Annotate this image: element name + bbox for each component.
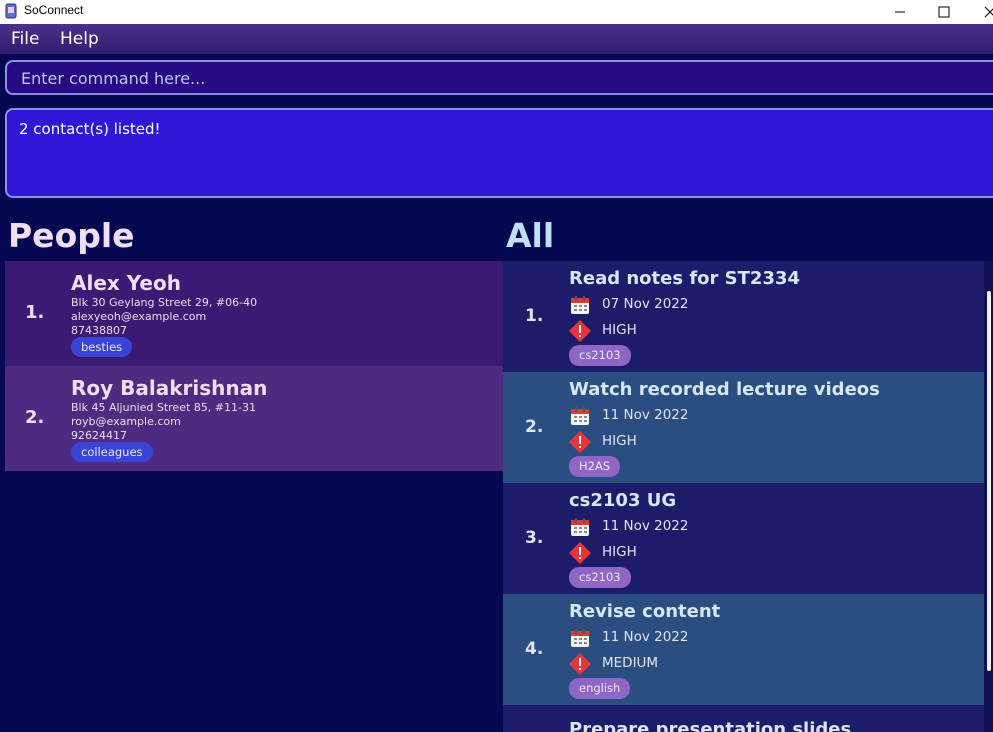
app-icon <box>5 3 17 19</box>
task-date: 11 Nov 2022 <box>602 629 689 645</box>
scrollbar-thumb[interactable] <box>987 291 991 671</box>
close-button[interactable] <box>966 0 993 24</box>
tasks-panel-heading: All <box>506 216 555 255</box>
calendar-icon <box>571 518 589 536</box>
task-card[interactable]: Prepare presentation slides <box>503 705 984 732</box>
priority-warning-icon <box>569 542 591 564</box>
maximize-button[interactable] <box>920 0 966 24</box>
task-title: Watch recorded lecture videos <box>569 379 880 400</box>
command-box <box>5 60 993 95</box>
task-priority: HIGH <box>602 433 637 449</box>
task-index: 1. <box>525 306 544 326</box>
task-title: Prepare presentation slides <box>569 719 852 732</box>
priority-warning-icon <box>569 320 591 342</box>
minimize-button[interactable] <box>876 0 922 24</box>
task-title: Read notes for ST2334 <box>569 268 801 289</box>
task-card[interactable]: 2. Watch recorded lecture videos 11 Nov … <box>503 372 984 483</box>
priority-warning-icon <box>569 431 591 453</box>
menu-bar: File Help <box>0 24 993 54</box>
menu-file[interactable]: File <box>11 29 39 49</box>
task-index: 2. <box>525 417 544 437</box>
command-input[interactable] <box>19 62 983 95</box>
task-priority: HIGH <box>602 322 637 338</box>
window-title-bar: SoConnect <box>0 0 993 24</box>
people-panel-heading: People <box>8 216 135 255</box>
task-priority: HIGH <box>602 544 637 560</box>
person-address: Blk 45 Aljunied Street 85, #11-31 <box>71 401 256 414</box>
person-index: 2. <box>25 407 45 428</box>
result-text: 2 contact(s) listed! <box>19 120 161 138</box>
person-tag: colleagues <box>71 442 153 462</box>
task-date: 07 Nov 2022 <box>602 296 689 312</box>
task-tag: H2AS <box>569 456 621 477</box>
person-phone: 92624417 <box>71 429 127 442</box>
window-title: SoConnect <box>24 3 84 17</box>
person-email: royb@example.com <box>71 415 181 428</box>
person-name: Alex Yeoh <box>71 271 181 295</box>
task-card[interactable]: 1. Read notes for ST2334 07 Nov 2022 HIG… <box>503 261 984 372</box>
priority-warning-icon <box>569 653 591 675</box>
calendar-icon <box>571 296 589 314</box>
task-tag: english <box>569 678 631 699</box>
task-card[interactable]: 3. cs2103 UG 11 Nov 2022 HIGH cs2103 <box>503 483 984 594</box>
task-index: 4. <box>525 639 544 659</box>
result-display[interactable]: 2 contact(s) listed! <box>5 108 993 198</box>
person-phone: 87438807 <box>71 324 127 337</box>
person-card[interactable]: 1. Alex Yeoh Blk 30 Geylang Street 29, #… <box>5 261 503 366</box>
task-date: 11 Nov 2022 <box>602 518 689 534</box>
task-card[interactable]: 4. Revise content 11 Nov 2022 MEDIUM eng… <box>503 594 984 705</box>
task-title: cs2103 UG <box>569 490 677 511</box>
calendar-icon <box>571 629 589 647</box>
task-priority: MEDIUM <box>602 655 659 671</box>
person-card[interactable]: 2. Roy Balakrishnan Blk 45 Aljunied Stre… <box>5 366 503 471</box>
task-index: 3. <box>525 528 544 548</box>
minimize-icon <box>895 11 905 13</box>
person-index: 1. <box>25 302 45 323</box>
task-tag: cs2103 <box>569 345 631 366</box>
calendar-icon <box>571 407 589 425</box>
task-title: Revise content <box>569 601 721 622</box>
menu-help[interactable]: Help <box>60 29 99 49</box>
task-list-scrollbar[interactable] <box>984 261 993 732</box>
person-address: Blk 30 Geylang Street 29, #06-40 <box>71 296 258 309</box>
person-name: Roy Balakrishnan <box>71 376 268 400</box>
person-email: alexyeoh@example.com <box>71 310 207 323</box>
task-tag: cs2103 <box>569 567 631 588</box>
person-tag: besties <box>71 337 133 357</box>
task-list[interactable]: 1. Read notes for ST2334 07 Nov 2022 HIG… <box>503 261 984 705</box>
task-date: 11 Nov 2022 <box>602 407 689 423</box>
person-list[interactable]: 1. Alex Yeoh Blk 30 Geylang Street 29, #… <box>5 261 503 471</box>
maximize-icon <box>938 6 950 18</box>
close-icon <box>984 6 993 18</box>
